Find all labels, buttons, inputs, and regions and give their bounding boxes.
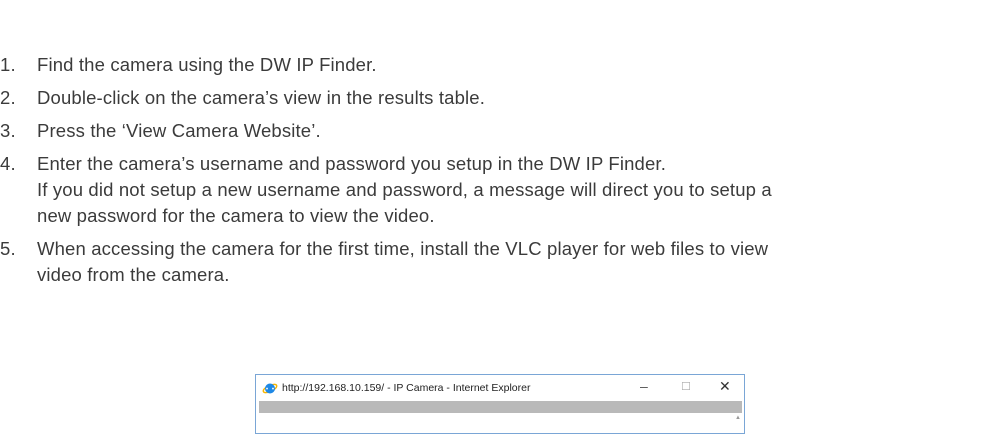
step-text: When accessing the camera for the first … <box>37 238 769 259</box>
step-number: 4. <box>0 153 16 174</box>
scroll-up-arrow-icon[interactable]: ▲ <box>735 415 741 421</box>
step-5: 5. When accessing the camera for the fir… <box>0 236 998 288</box>
step-text: If you did not setup a new username and … <box>37 179 772 200</box>
step-text: new password for the camera to view the … <box>37 205 435 226</box>
browser-title: http://192.168.10.159/ - IP Camera - Int… <box>282 381 531 394</box>
browser-toolbar <box>259 401 742 413</box>
close-button[interactable]: ✕ <box>719 378 731 395</box>
internet-explorer-icon <box>262 383 278 393</box>
step-text: Double-click on the camera’s view in the… <box>37 87 486 108</box>
step-number: 5. <box>0 238 16 259</box>
step-2: 2. Double-click on the camera’s view in … <box>0 85 998 111</box>
step-text: Press the ‘View Camera Website’. <box>37 120 321 141</box>
step-number: 1. <box>0 54 16 75</box>
step-4: 4. Enter the camera’s username and passw… <box>0 151 998 229</box>
step-text: Enter the camera’s username and password… <box>37 153 667 174</box>
step-1: 1. Find the camera using the DW IP Finde… <box>0 52 998 78</box>
step-number: 2. <box>0 87 16 108</box>
step-3: 3. Press the ‘View Camera Website’. <box>0 118 998 144</box>
minimize-button[interactable]: – <box>640 378 648 394</box>
instruction-steps: 1. Find the camera using the DW IP Finde… <box>0 52 998 295</box>
step-text: Find the camera using the DW IP Finder. <box>37 54 377 75</box>
browser-window-screenshot: http://192.168.10.159/ - IP Camera - Int… <box>255 374 745 434</box>
browser-title-bar: http://192.168.10.159/ - IP Camera - Int… <box>256 375 744 400</box>
maximize-button[interactable]: ☐ <box>681 380 691 393</box>
step-number: 3. <box>0 120 16 141</box>
step-text: video from the camera. <box>37 264 230 285</box>
